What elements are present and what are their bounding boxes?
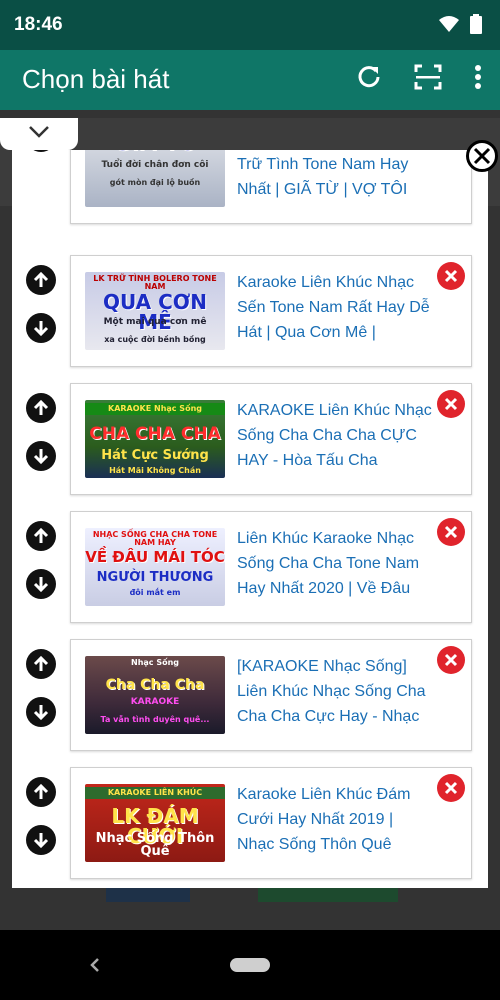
battery-icon [470, 14, 482, 39]
song-card[interactable]: GIÃ TỪ Tuổi đời chân đơn côi gót mòn đại… [70, 150, 472, 224]
remove-icon[interactable] [437, 518, 465, 546]
navigation-bar [0, 930, 500, 1000]
song-thumbnail: Nhạc Sống Cha Cha Cha KARAOKE Ta vẫn tìn… [85, 656, 225, 734]
back-icon[interactable] [88, 956, 102, 979]
song-thumbnail: NHẠC SỐNG CHA CHA TONE NAM HAY VỀ ĐÂU MÁ… [85, 528, 225, 606]
song-title[interactable]: Liên Khúc Karaoke Nhạc Sống Cha Cha Tone… [237, 526, 433, 602]
remove-icon[interactable] [437, 262, 465, 290]
thumbnail-title: GIÃ TỪ [85, 150, 225, 155]
song-card[interactable]: KARAOKE Nhạc Sống CHA CHA CHA Hát Cực Sư… [70, 383, 472, 495]
chevron-down-icon [28, 125, 50, 144]
song-thumbnail: LK TRỮ TÌNH BOLERO TONE NAM QUA CƠN MÊ M… [85, 272, 225, 350]
app-bar: Chọn bài hát [0, 50, 500, 110]
thumbnail-top-text: Nhạc Sống [131, 658, 179, 667]
thumbnail-caption: xa cuộc đời bềnh bồng [104, 335, 206, 344]
thumbnail-title: CHA CHA CHA [89, 424, 221, 444]
arrow-down-icon[interactable] [26, 441, 56, 471]
collapse-tab[interactable] [0, 118, 78, 150]
thumbnail-title: Cha Cha Cha [105, 677, 205, 693]
thumbnail-top-text: LK TRỮ TÌNH BOLERO TONE NAM [93, 274, 217, 291]
thumbnail-subtitle: Nhạc Sống Thôn Quê [95, 831, 215, 859]
thumbnail-caption: Hát Mãi Không Chán [109, 466, 201, 475]
song-queue-dialog: GIÃ TỪ Tuổi đời chân đơn côi gót mòn đại… [12, 150, 488, 888]
wifi-icon [438, 15, 460, 38]
arrow-up-icon[interactable] [26, 265, 56, 295]
arrow-up-icon[interactable] [26, 777, 56, 807]
thumbnail-top-text: NHẠC SỐNG CHA CHA TONE NAM HAY [92, 530, 218, 547]
thumbnail-top-text: KARAOKE Nhạc Sống [85, 403, 225, 415]
thumbnail-caption: Ta vẫn tình duyên quê... [100, 715, 210, 724]
song-thumbnail: KARAOKE Nhạc Sống CHA CHA CHA Hát Cực Sư… [85, 400, 225, 478]
song-row: LK TRỮ TÌNH BOLERO TONE NAM QUA CƠN MÊ M… [12, 255, 488, 367]
close-icon[interactable] [466, 140, 498, 172]
thumbnail-subtitle: NGƯỜI THƯƠNG [96, 570, 214, 585]
thumbnail-subtitle: KARAOKE [130, 697, 180, 707]
song-row: KARAOKE Nhạc Sống CHA CHA CHA Hát Cực Sư… [12, 383, 488, 495]
page-title: Chọn bài hát [22, 64, 170, 94]
song-title[interactable]: Karaoke Liên Khúc Nhạc Sến Tone Nam Rất … [237, 270, 433, 346]
song-row: KARAOKE LIÊN KHÚC LK ĐÁM CƯỚI Nhạc Sống … [12, 767, 488, 879]
song-title[interactable]: Karaoke Liên Khúc Nhạc Trữ Tình Tone Nam… [237, 150, 433, 203]
arrow-down-icon[interactable] [26, 313, 56, 343]
song-title[interactable]: [KARAOKE Nhạc Sống] Liên Khúc Nhạc Sống … [237, 654, 433, 730]
song-card[interactable]: LK TRỮ TÌNH BOLERO TONE NAM QUA CƠN MÊ M… [70, 255, 472, 367]
arrow-down-icon[interactable] [26, 569, 56, 599]
thumbnail-subtitle: Tuổi đời chân đơn côi [101, 160, 209, 170]
status-time: 18:46 [14, 14, 63, 35]
more-vert-icon[interactable] [474, 65, 482, 94]
thumbnail-caption: đôi mắt em [129, 588, 181, 597]
song-thumbnail: KARAOKE LIÊN KHÚC LK ĐÁM CƯỚI Nhạc Sống … [85, 784, 225, 862]
remove-icon[interactable] [437, 774, 465, 802]
song-card[interactable]: NHẠC SỐNG CHA CHA TONE NAM HAY VỀ ĐÂU MÁ… [70, 511, 472, 623]
arrow-up-icon[interactable] [26, 649, 56, 679]
song-title[interactable]: Karaoke Liên Khúc Đám Cưới Hay Nhất 2019… [237, 782, 433, 858]
song-row: GIÃ TỪ Tuổi đời chân đơn côi gót mòn đại… [12, 150, 488, 224]
song-title[interactable]: KARAOKE Liên Khúc Nhạc Sống Cha Cha Cha … [237, 398, 433, 474]
arrow-down-icon[interactable] [26, 825, 56, 855]
arrow-up-icon[interactable] [26, 393, 56, 423]
song-card[interactable]: KARAOKE LIÊN KHÚC LK ĐÁM CƯỚI Nhạc Sống … [70, 767, 472, 879]
song-card[interactable]: Nhạc Sống Cha Cha Cha KARAOKE Ta vẫn tìn… [70, 639, 472, 751]
arrow-up-icon[interactable] [26, 521, 56, 551]
song-thumbnail: GIÃ TỪ Tuổi đời chân đơn côi gót mòn đại… [85, 150, 225, 207]
thumbnail-caption: gót mòn đại lộ buồn [109, 178, 201, 187]
song-row: Nhạc Sống Cha Cha Cha KARAOKE Ta vẫn tìn… [12, 639, 488, 751]
remove-icon[interactable] [437, 390, 465, 418]
status-bar: 18:46 [0, 0, 500, 50]
refresh-icon[interactable] [356, 64, 382, 95]
arrow-down-icon[interactable] [26, 697, 56, 727]
arrow-down-icon[interactable] [26, 150, 56, 152]
song-row: NHẠC SỐNG CHA CHA TONE NAM HAY VỀ ĐÂU MÁ… [12, 511, 488, 623]
thumbnail-title: VỀ ĐÂU MÁI TÓC [85, 548, 225, 566]
thumbnail-subtitle: Hát Cực Sướng [101, 448, 209, 463]
scan-icon[interactable] [414, 64, 442, 95]
thumbnail-subtitle: Một mai qua cơn mê [103, 317, 207, 327]
thumbnail-top-text: KARAOKE LIÊN KHÚC [85, 787, 225, 799]
remove-icon[interactable] [437, 646, 465, 674]
home-pill[interactable] [230, 958, 270, 972]
